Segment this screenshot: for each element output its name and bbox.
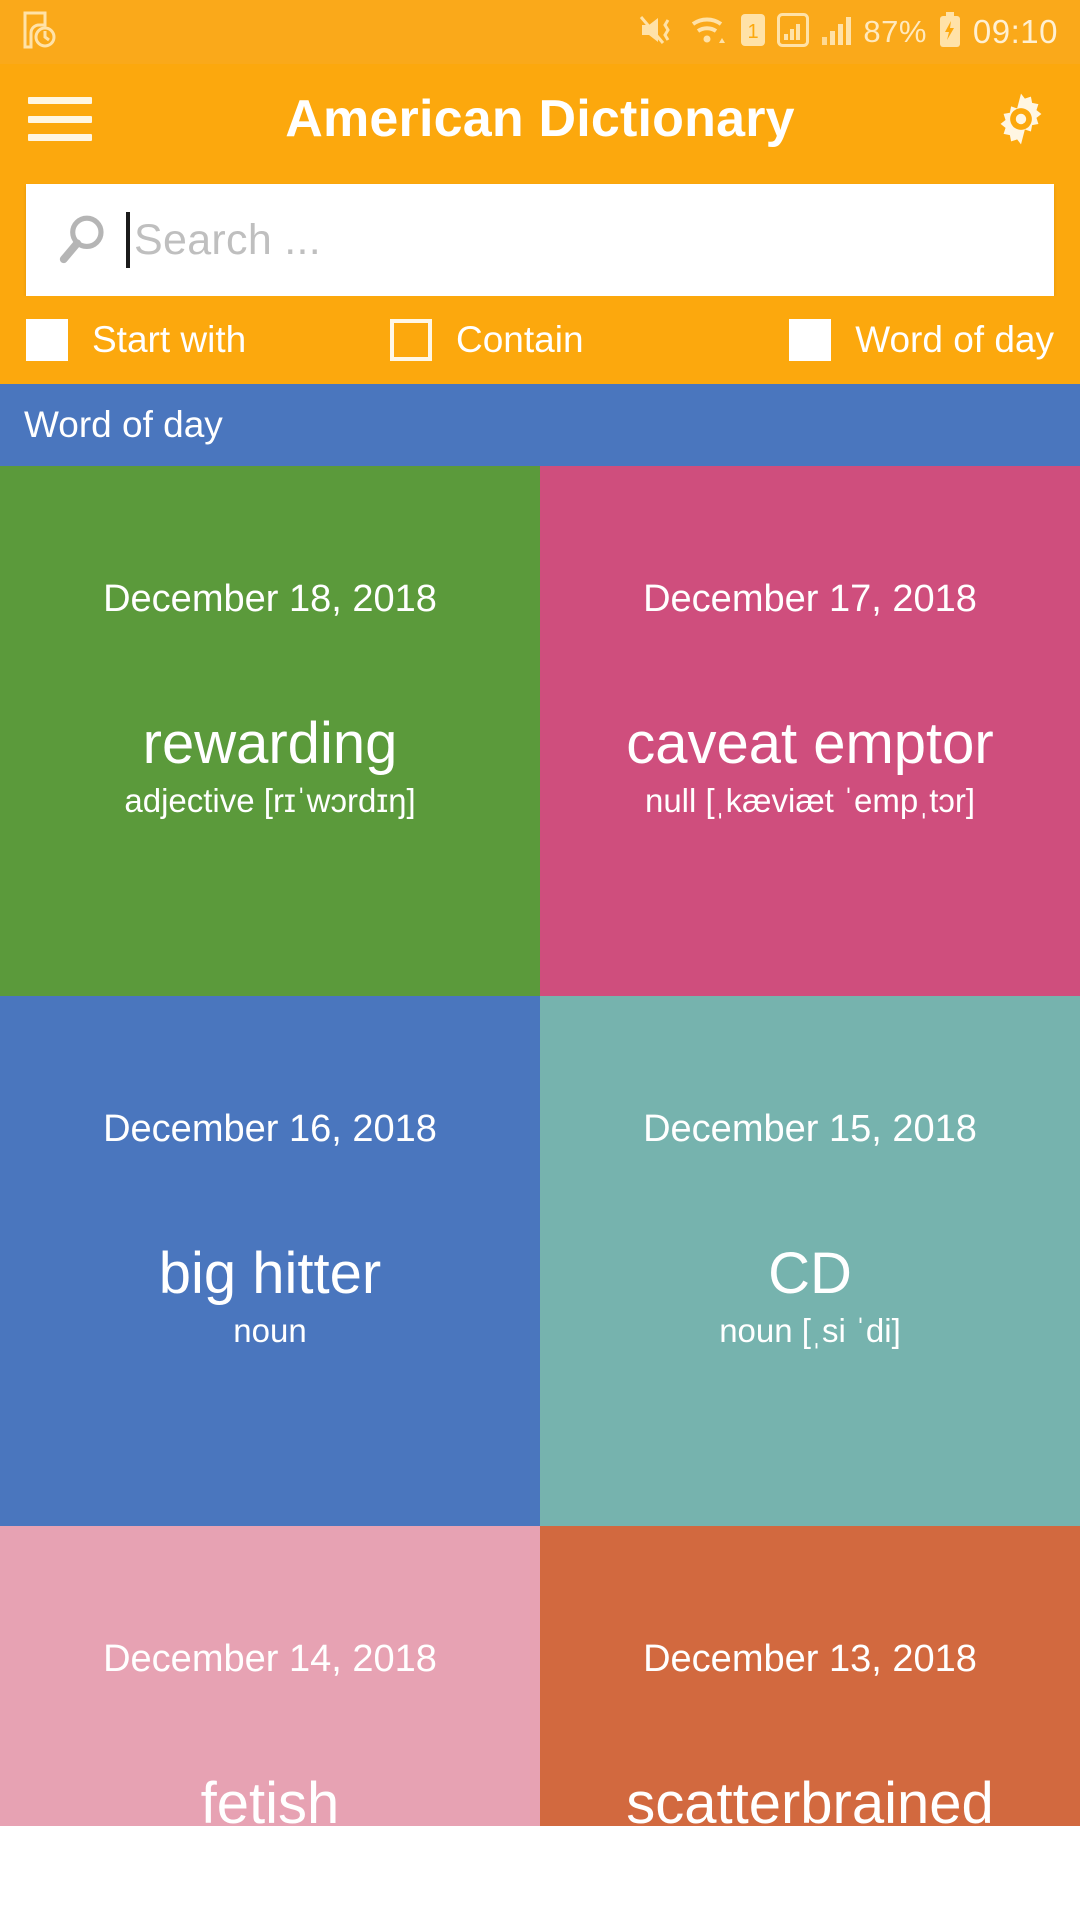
gear-icon[interactable] <box>988 86 1054 152</box>
search-placeholder: Search ... <box>134 215 322 264</box>
tile-date: December 13, 2018 <box>643 1638 977 1680</box>
search-zone: Search ... <box>0 174 1080 296</box>
hamburger-bar <box>28 97 92 104</box>
status-bar: 1 87% 09:10 <box>0 0 1080 64</box>
tile-word: CD <box>768 1241 852 1306</box>
text-cursor <box>126 212 130 268</box>
tile-word: scatterbrained <box>626 1771 994 1826</box>
word-tile[interactable]: December 13, 2018 scatterbrained <box>540 1526 1080 1826</box>
tile-date: December 17, 2018 <box>643 578 977 620</box>
status-clock: 09:10 <box>972 13 1058 50</box>
word-tile[interactable]: December 14, 2018 fetish <box>0 1526 540 1826</box>
status-left-icons <box>22 11 56 54</box>
word-tile[interactable]: December 15, 2018 CD noun [ˌsi ˈdi] <box>540 996 1080 1526</box>
filter-row: Start with Contain Word of day <box>0 296 1080 384</box>
app-bar: American Dictionary <box>0 64 1080 174</box>
battery-percent: 87% <box>863 14 927 49</box>
hamburger-bar <box>28 134 92 141</box>
word-tile[interactable]: December 16, 2018 big hitter noun <box>0 996 540 1526</box>
tile-date: December 16, 2018 <box>103 1108 437 1150</box>
tile-word: big hitter <box>158 1241 382 1306</box>
hamburger-menu-icon[interactable] <box>26 93 94 145</box>
signal-box-icon <box>777 12 810 52</box>
page-title: American Dictionary <box>285 90 795 148</box>
word-of-day-grid: December 18, 2018 rewarding adjective [r… <box>0 466 1080 1826</box>
sim-1-icon: 1 <box>740 13 766 52</box>
checkbox-box[interactable] <box>26 319 68 361</box>
tile-meta: noun [ˌsi ˈdi] <box>719 1311 901 1349</box>
tile-date: December 14, 2018 <box>103 1638 437 1680</box>
battery-charging-icon <box>938 11 962 53</box>
mute-vibrate-icon <box>638 13 678 52</box>
checkbox-box[interactable] <box>789 319 832 361</box>
checkbox-start-with[interactable]: Start with <box>26 319 356 361</box>
signal-bars-icon <box>820 13 852 52</box>
tile-meta: noun <box>233 1311 307 1349</box>
checkbox-label: Start with <box>92 319 247 360</box>
section-header-label: Word of day <box>24 404 223 445</box>
tile-meta: adjective [rɪˈwɔrdɪŋ] <box>124 781 416 819</box>
checkbox-label: Contain <box>456 319 584 360</box>
section-header-word-of-day: Word of day <box>0 384 1080 466</box>
hamburger-bar <box>28 115 92 123</box>
checkbox-label: Word of day <box>855 319 1054 360</box>
tile-date: December 18, 2018 <box>103 578 437 620</box>
checkbox-box[interactable] <box>390 319 432 361</box>
magnifier-icon <box>52 213 114 267</box>
status-right-icons: 1 87% 09:10 <box>638 11 1058 53</box>
checkbox-word-of-day[interactable]: Word of day <box>789 319 1054 361</box>
search-input[interactable]: Search ... <box>26 184 1054 296</box>
tile-date: December 15, 2018 <box>643 1108 977 1150</box>
checkbox-contain[interactable]: Contain <box>390 319 584 361</box>
word-tile[interactable]: December 17, 2018 caveat emptor null [ˌk… <box>540 466 1080 996</box>
svg-text:1: 1 <box>748 21 759 43</box>
tile-word: fetish <box>200 1771 340 1826</box>
tile-word: rewarding <box>142 711 398 776</box>
word-tile[interactable]: December 18, 2018 rewarding adjective [r… <box>0 466 540 996</box>
wifi-icon <box>689 13 729 52</box>
tile-word: caveat emptor <box>626 711 994 776</box>
tile-meta: null [ˌkæviæt ˈempˌtɔr] <box>644 781 976 819</box>
screenshot-clock-icon <box>22 11 56 54</box>
